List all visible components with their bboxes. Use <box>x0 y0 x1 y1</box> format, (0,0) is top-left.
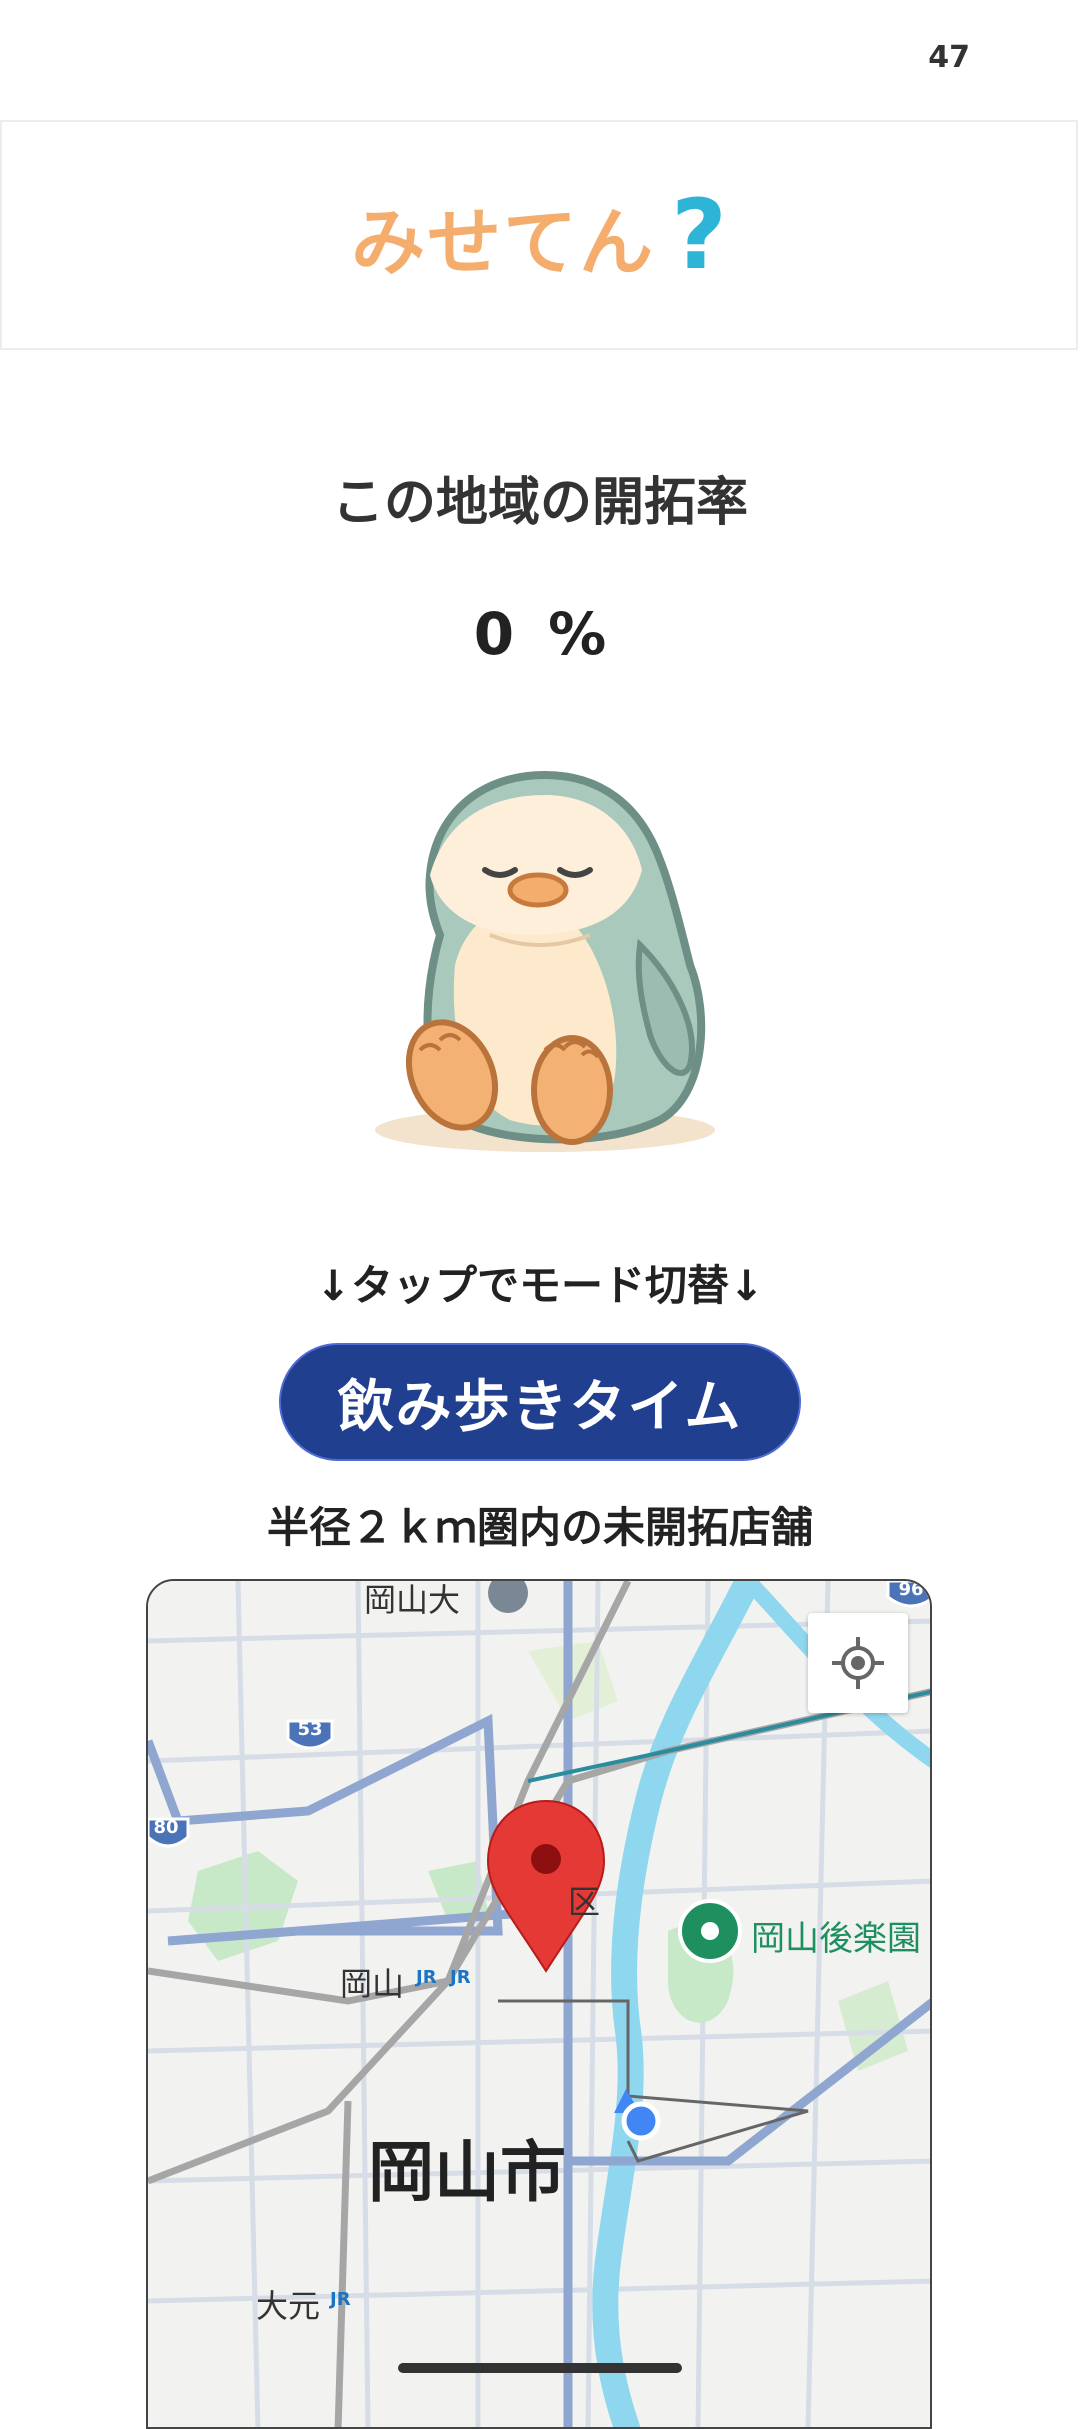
garden-marker-icon[interactable] <box>678 1899 742 1963</box>
map-label-garden: 岡山後楽園 <box>751 1919 921 1959</box>
my-location-button[interactable] <box>808 1613 908 1713</box>
status-number: 47 <box>928 40 970 75</box>
route-shield-53: 53 <box>286 1719 334 1750</box>
jr-badge-icon: JR <box>330 2289 351 2310</box>
map-view[interactable]: 53 80 96 岡山大 区 岡山後楽園 岡山 JR JR 岡山市 大元 JR <box>146 1579 932 2429</box>
svg-text:53: 53 <box>297 1719 322 1740</box>
route-shield-80: 80 <box>148 1817 190 1848</box>
page-title: この地域の開拓率 <box>331 473 748 533</box>
map-label-city: 岡山市 <box>368 2134 566 2211</box>
rate-value: 0 <box>473 600 515 668</box>
rate-unit: % <box>548 600 607 668</box>
app-header: みせてん ? <box>0 120 1078 350</box>
mode-toggle-button[interactable]: 飲み歩きタイム <box>279 1343 801 1461</box>
status-bar: 47 <box>0 0 1080 120</box>
svg-text:96: 96 <box>898 1581 923 1600</box>
map-label-station-omoto: 大元 <box>256 2287 321 2325</box>
svg-text:80: 80 <box>153 1817 178 1838</box>
app-logo: みせてん ? <box>351 179 727 291</box>
mode-switch-hint: ↓タップでモード切替↓ <box>315 1261 765 1310</box>
route-shield-96: 96 <box>886 1581 930 1608</box>
penguin-mascot-image <box>360 765 730 1155</box>
map-label-ward: 区 <box>568 1883 601 1921</box>
logo-question-mark: ? <box>671 179 727 291</box>
jr-badge-icon: JR <box>450 1967 471 1988</box>
map-label-university: 岡山大 <box>364 1581 461 1619</box>
crosshair-icon <box>832 1637 884 1689</box>
map-label-station-okayama: 岡山 <box>340 1965 405 2003</box>
logo-text: みせてん <box>351 200 656 286</box>
home-indicator[interactable] <box>398 2363 682 2373</box>
radius-label: 半径２ｋｍ圏内の未開拓店舗 <box>266 1503 813 1552</box>
exploration-rate: 0% <box>0 600 1080 668</box>
jr-badge-icon: JR <box>416 1967 437 1988</box>
